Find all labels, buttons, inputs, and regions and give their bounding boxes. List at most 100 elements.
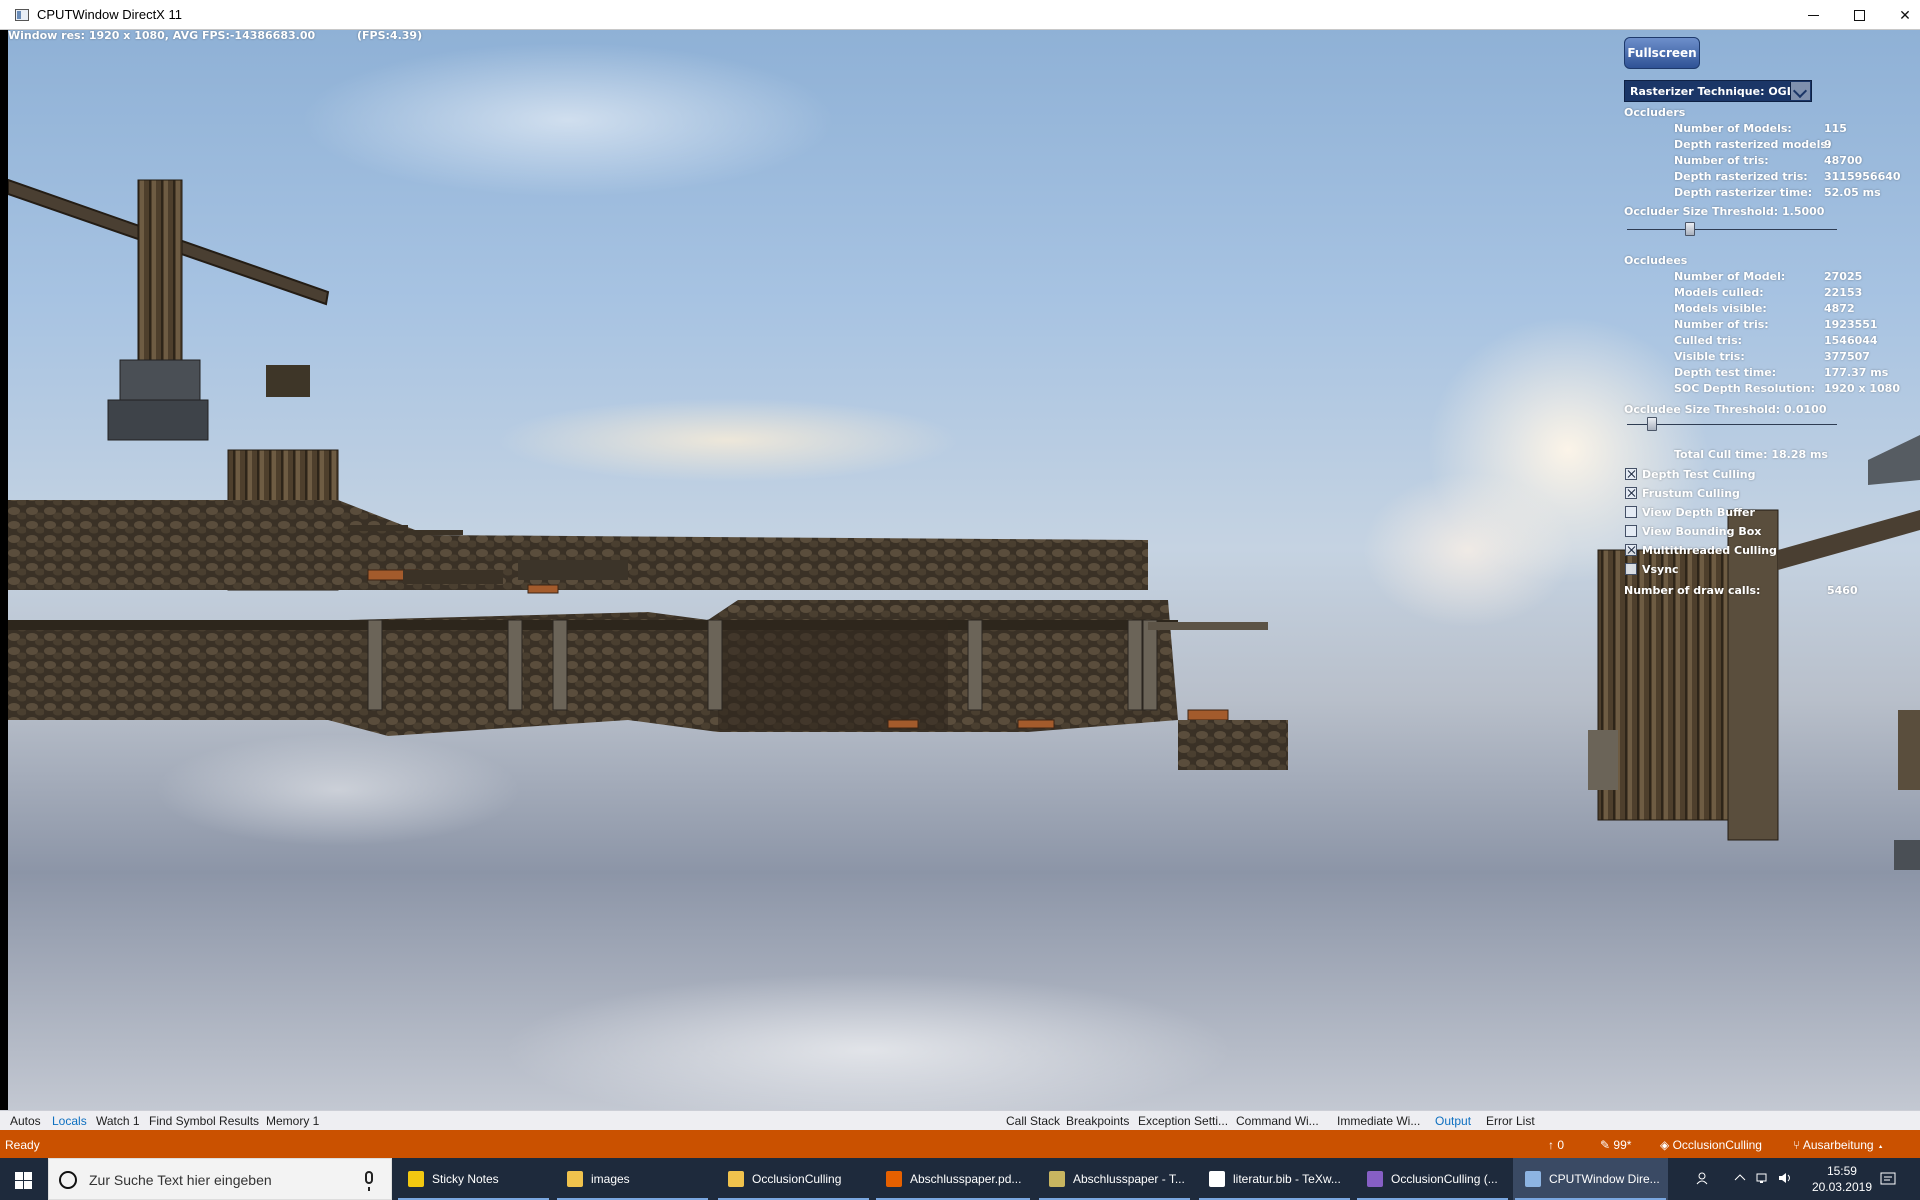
microphone-icon[interactable]	[365, 1171, 373, 1191]
taskbar-search-box[interactable]: Zur Suche Text hier eingeben	[48, 1158, 392, 1200]
publish-button[interactable]: ↑ 0	[1548, 1138, 1564, 1152]
maximize-button[interactable]	[1836, 0, 1882, 30]
occluders-heading: Occluders	[1624, 106, 1686, 119]
show-hidden-icons-chevron-icon[interactable]	[1733, 1171, 1747, 1185]
volume-icon[interactable]	[1778, 1171, 1792, 1185]
tab-breakpoints[interactable]: Breakpoints	[1066, 1114, 1129, 1128]
occluder-threshold-slider[interactable]	[1627, 229, 1837, 230]
taskbar-app-label: images	[591, 1172, 630, 1186]
taskbar-app-label: literatur.bib - TeXw...	[1233, 1172, 1341, 1186]
stat-label: Depth rasterizer time:	[1674, 186, 1813, 199]
notification-center-icon[interactable]	[1880, 1171, 1896, 1185]
stat-value: 115	[1824, 122, 1847, 135]
pending-changes-button[interactable]: ✎ 99*	[1600, 1138, 1631, 1152]
stat-label: Number of tris:	[1674, 154, 1769, 167]
taskbar-app-4[interactable]: Abschlusspaper - T...	[1037, 1158, 1192, 1200]
stat-value: 52.05 ms	[1824, 186, 1881, 199]
tab-call-stack[interactable]: Call Stack	[1006, 1114, 1060, 1128]
taskbar-app-label: Sticky Notes	[432, 1172, 499, 1186]
debug-window-tabs: Autos Locals Watch 1 Find Symbol Results Mem…	[0, 1110, 1920, 1130]
texmaker-icon	[1049, 1171, 1065, 1187]
taskbar-app-7[interactable]: CPUTWindow Dire...	[1513, 1158, 1668, 1200]
stat-label: Depth rasterized models:	[1674, 138, 1832, 151]
fullscreen-button[interactable]: Fullscreen	[1624, 37, 1700, 69]
tab-find-symbol-results[interactable]: Find Symbol Results	[149, 1114, 259, 1128]
occluder-threshold-label: Occluder Size Threshold: 1.5000	[1624, 205, 1825, 218]
taskbar: Zur Suche Text hier eingeben Sticky Note…	[0, 1158, 1920, 1200]
stat-value: 177.37 ms	[1824, 366, 1889, 379]
tab-immediate-wi[interactable]: Immediate Wi...	[1337, 1114, 1420, 1128]
chevron-down-icon[interactable]	[1790, 82, 1810, 100]
start-button[interactable]	[0, 1158, 48, 1200]
close-icon: ✕	[1899, 6, 1911, 23]
occludees-heading: Occludees	[1624, 254, 1688, 267]
stat-label: Culled tris:	[1674, 334, 1743, 347]
option-label: Frustum Culling	[1642, 487, 1740, 500]
occluder-threshold-slider-thumb[interactable]	[1685, 222, 1695, 236]
stat-value: 3115956640	[1824, 170, 1901, 183]
stat-value: 48700	[1824, 154, 1863, 167]
stat-value: 9	[1824, 138, 1832, 151]
taskbar-app-1[interactable]: images	[555, 1158, 710, 1200]
fps-readout: (FPS:4.39)	[357, 30, 423, 42]
tab-locals[interactable]: Locals	[52, 1114, 87, 1128]
stat-value: 22153	[1824, 286, 1863, 299]
stat-value: 1920 x 1080	[1824, 382, 1900, 395]
option-label: Multithreaded Culling	[1642, 544, 1777, 557]
checkbox[interactable]	[1625, 468, 1637, 480]
taskbar-app-0[interactable]: Sticky Notes	[396, 1158, 551, 1200]
rasterizer-technique-value: Rasterizer Technique: OGL	[1630, 85, 1794, 98]
rasterizer-technique-dropdown[interactable]: Rasterizer Technique: OGL	[1624, 80, 1812, 102]
branch-name: Ausarbeitung	[1802, 1138, 1874, 1152]
stat-label: Number of Models:	[1674, 122, 1792, 135]
branch-button[interactable]: ⑂ Ausarbeitung ▴	[1793, 1138, 1884, 1152]
tab-autos[interactable]: Autos	[10, 1114, 41, 1128]
stat-value: 377507	[1824, 350, 1870, 363]
close-button[interactable]: ✕	[1882, 0, 1920, 30]
checkbox[interactable]	[1625, 506, 1637, 518]
stat-label: Visible tris:	[1674, 350, 1745, 363]
stat-value: 27025	[1824, 270, 1863, 283]
tab-watch-1[interactable]: Watch 1	[96, 1114, 140, 1128]
sticky-notes-icon	[408, 1171, 424, 1187]
repository-button[interactable]: ◈ OcclusionCulling	[1660, 1138, 1762, 1152]
taskbar-app-3[interactable]: Abschlusspaper.pd...	[874, 1158, 1032, 1200]
minimize-button[interactable]	[1790, 0, 1836, 30]
stat-value: 1923551	[1824, 318, 1878, 331]
repository-name: OcclusionCulling	[1672, 1138, 1762, 1152]
taskbar-app-2[interactable]: OcclusionCulling	[716, 1158, 871, 1200]
network-icon[interactable]	[1756, 1171, 1770, 1185]
checkbox[interactable]	[1625, 563, 1637, 575]
stat-label: Models culled:	[1674, 286, 1764, 299]
occludee-threshold-slider[interactable]	[1627, 424, 1837, 425]
resolution-fps-readout: Window res: 1920 x 1080, AVG FPS:-143866…	[8, 30, 316, 42]
tab-output[interactable]: Output	[1435, 1114, 1471, 1128]
checkbox[interactable]	[1625, 487, 1637, 499]
repo-icon: ◈	[1660, 1138, 1670, 1152]
visual-studio-icon	[1367, 1171, 1383, 1187]
app-window-icon	[15, 9, 29, 21]
checkbox[interactable]	[1625, 525, 1637, 537]
checkbox[interactable]	[1625, 544, 1637, 556]
folder-icon	[728, 1171, 744, 1187]
minimize-icon	[1807, 14, 1819, 16]
tab-command-wi[interactable]: Command Wi...	[1236, 1114, 1319, 1128]
occludee-threshold-slider-thumb[interactable]	[1647, 417, 1658, 431]
stat-label: Depth test time:	[1674, 366, 1777, 379]
tab-exception-setti[interactable]: Exception Setti...	[1138, 1114, 1228, 1128]
window-title: CPUTWindow DirectX 11	[37, 7, 182, 22]
draw-calls-label: Number of draw calls:	[1624, 584, 1761, 597]
pencil-icon: ✎	[1600, 1138, 1611, 1152]
taskbar-app-5[interactable]: literatur.bib - TeXw...	[1197, 1158, 1352, 1200]
taskbar-app-6[interactable]: OcclusionCulling (...	[1355, 1158, 1510, 1200]
people-icon[interactable]	[1696, 1171, 1710, 1185]
window-title-bar[interactable]: CPUTWindow DirectX 11 ✕	[0, 0, 1920, 30]
render-viewport[interactable]: Window res: 1920 x 1080, AVG FPS:-143866…	[8, 30, 1920, 1110]
tab-error-list[interactable]: Error List	[1486, 1114, 1535, 1128]
tab-memory-1[interactable]: Memory 1	[266, 1114, 319, 1128]
document-icon	[1209, 1171, 1225, 1187]
system-clock[interactable]: 15:59 20.03.2019	[1812, 1163, 1872, 1195]
status-text: Ready	[5, 1138, 40, 1152]
firefox-icon	[886, 1171, 902, 1187]
draw-calls-value: 5460	[1827, 584, 1858, 597]
